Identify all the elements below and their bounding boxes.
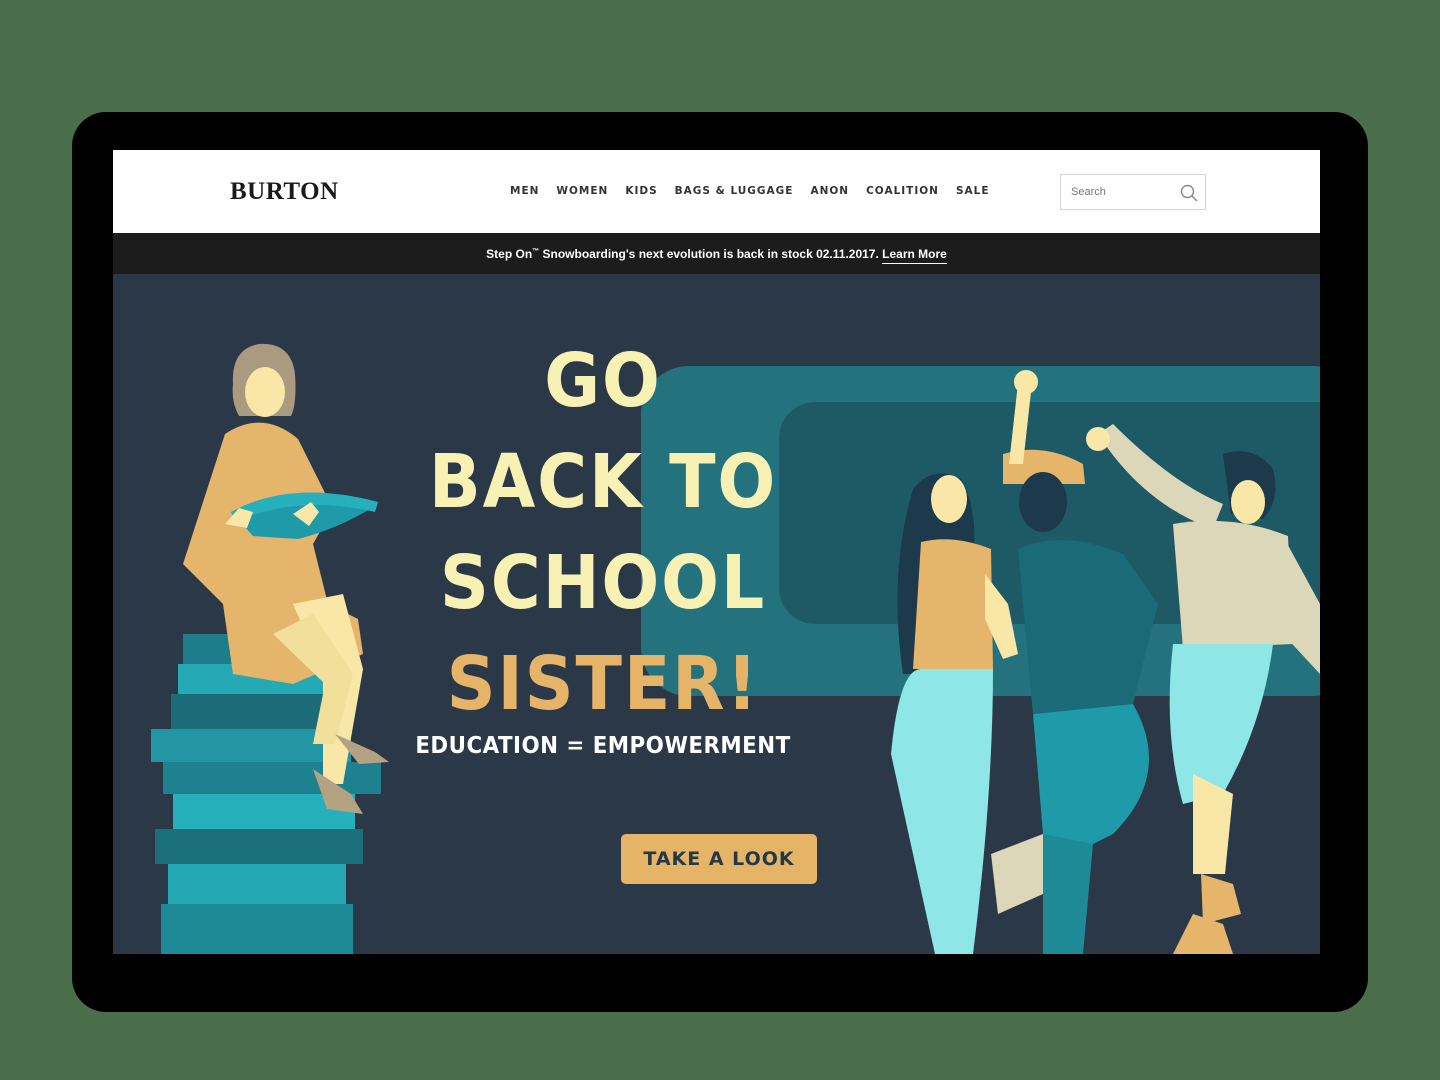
hero-banner: GO BACK TO SCHOOL SISTER! EDUCATION = EM… — [113, 274, 1320, 954]
announcement-text-start: Step On — [486, 247, 533, 261]
nav-item-coalition[interactable]: COALITION — [866, 185, 939, 197]
headline-back-to: BACK TO — [428, 439, 778, 525]
announcement-text: Snowboarding's next evolution is back in… — [539, 247, 883, 261]
headline-school: SCHOOL — [439, 540, 767, 626]
browser-viewport: BURTON MEN WOMEN KIDS BAGS & LUGGAGE ANO… — [113, 150, 1320, 954]
announcement-bar: Step On™ Snowboarding's next evolution i… — [113, 233, 1320, 274]
nav-item-anon[interactable]: ANON — [810, 185, 849, 197]
nav-item-bags-luggage[interactable]: BAGS & LUGGAGE — [675, 185, 794, 197]
burton-logo[interactable]: BURTON — [230, 178, 339, 206]
nav-item-women[interactable]: WOMEN — [556, 185, 608, 197]
take-a-look-button[interactable]: TAKE A LOOK — [621, 834, 817, 884]
search-box — [1060, 174, 1206, 210]
hero-text: GO BACK TO SCHOOL SISTER! EDUCATION = EM… — [343, 331, 863, 759]
learn-more-link[interactable]: Learn More — [882, 247, 947, 264]
search-icon[interactable] — [1179, 183, 1199, 203]
site-header: BURTON MEN WOMEN KIDS BAGS & LUGGAGE ANO… — [113, 150, 1320, 233]
headline-sister: SISTER! — [446, 641, 760, 727]
search-input[interactable] — [1061, 175, 1181, 209]
nav-item-kids[interactable]: KIDS — [625, 185, 657, 197]
nav-item-sale[interactable]: SALE — [956, 185, 990, 197]
headline-go: GO — [544, 338, 662, 424]
nav-item-men[interactable]: MEN — [510, 185, 539, 197]
hero-tagline: EDUCATION = EMPOWERMENT — [415, 733, 791, 759]
main-nav: MEN WOMEN KIDS BAGS & LUGGAGE ANON COALI… — [510, 185, 1007, 197]
